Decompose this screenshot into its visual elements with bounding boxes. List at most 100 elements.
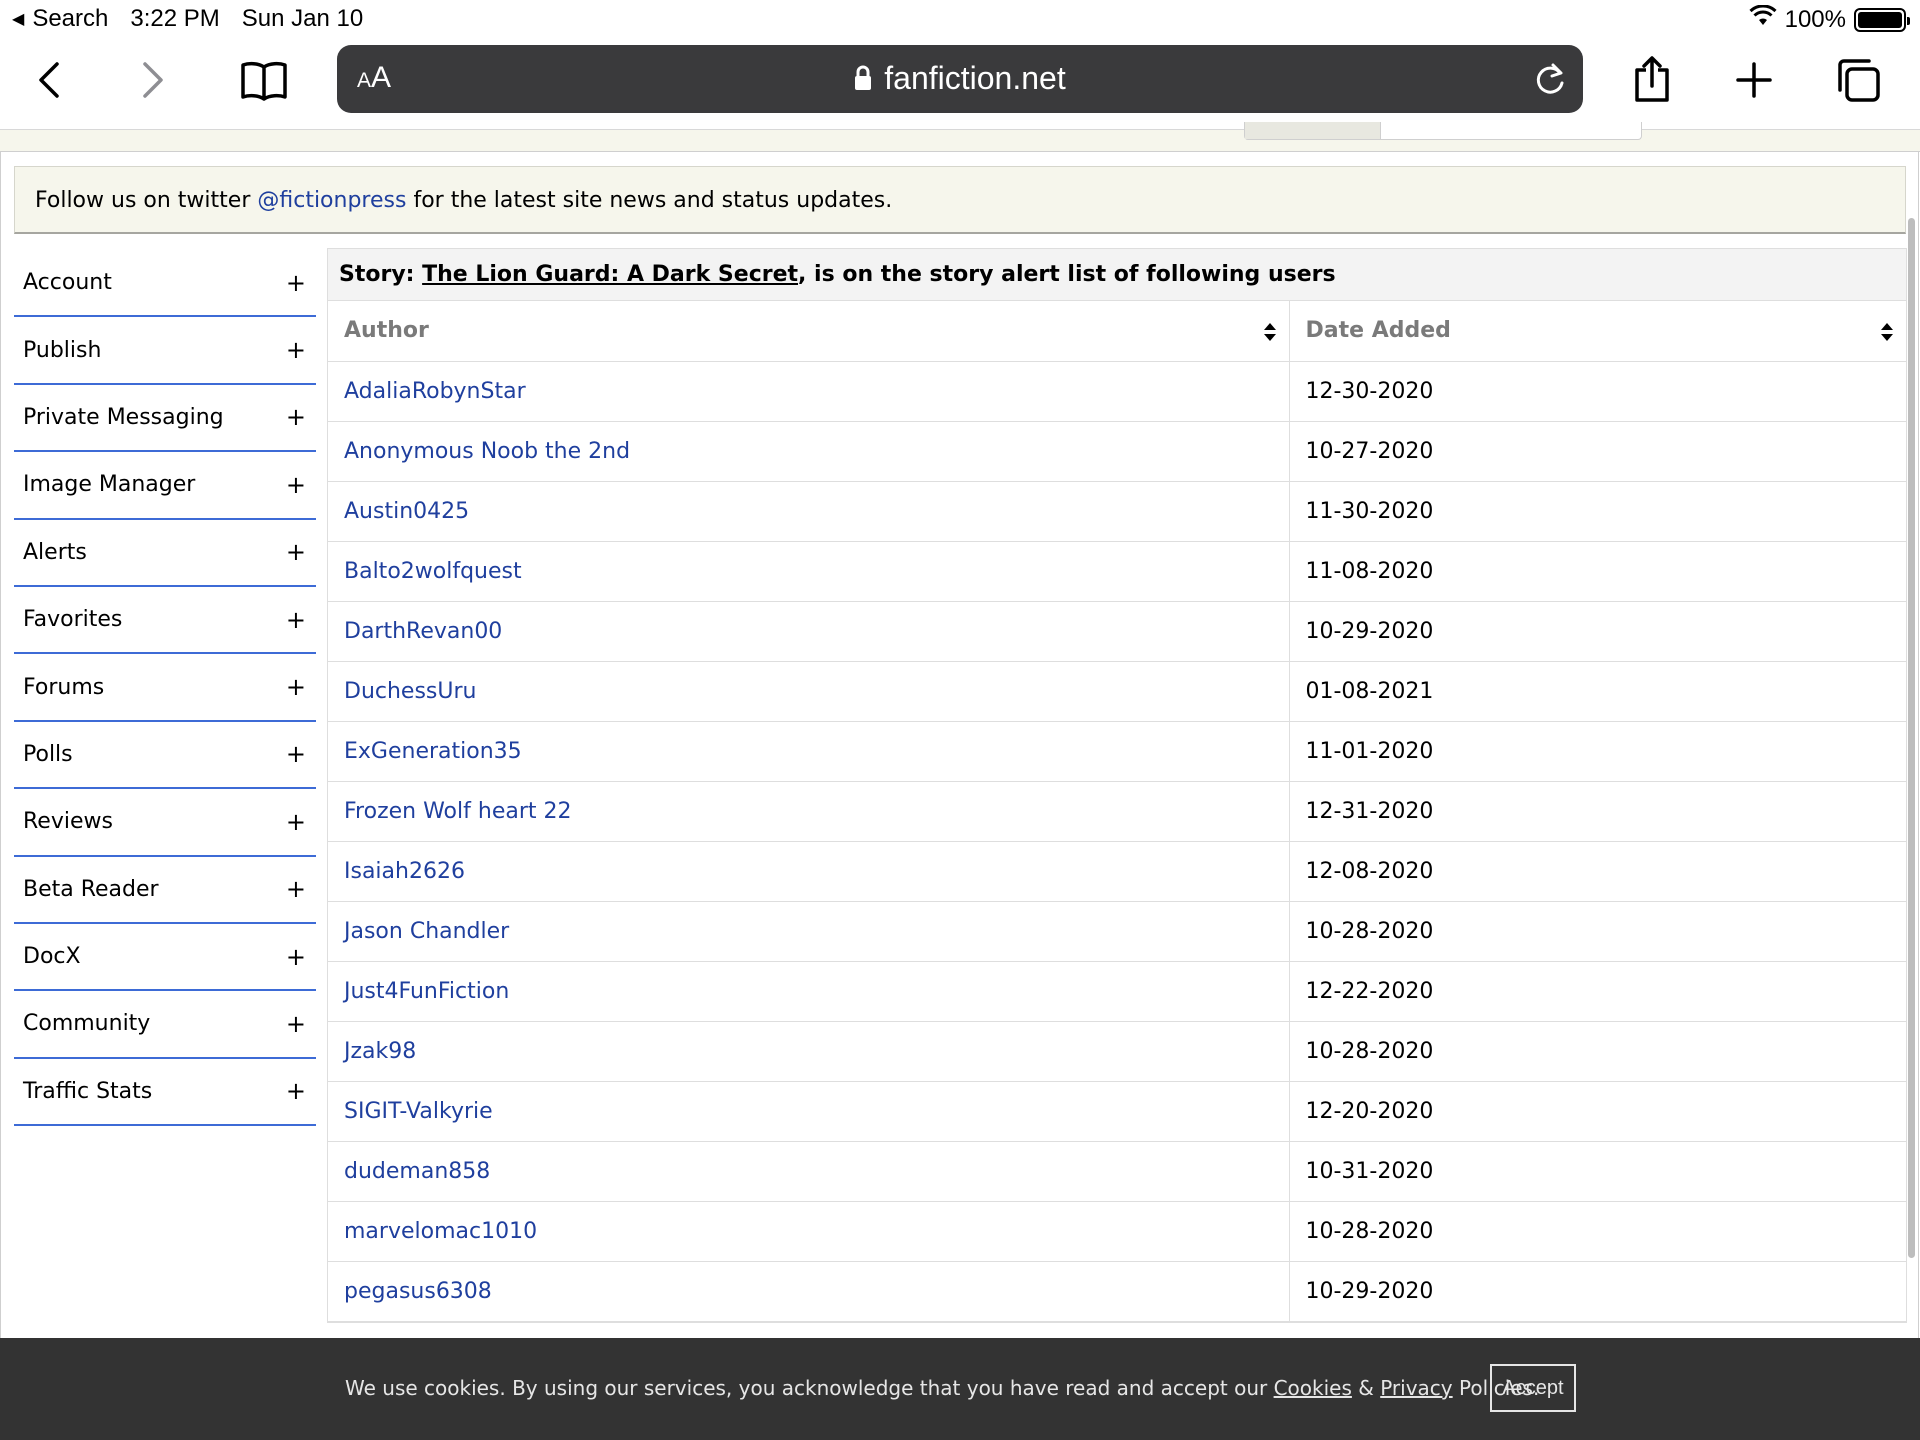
page-tab-box <box>1244 122 1642 140</box>
reload-icon[interactable] <box>1533 61 1567 101</box>
sidebar-item-label: Favorites <box>23 607 123 633</box>
sidebar-item-label: Private Messaging <box>23 404 224 430</box>
sidebar-item-private-messaging[interactable]: Private Messaging + <box>14 385 316 453</box>
status-left: ◀ Search 3:22 PM Sun Jan 10 <box>12 5 363 33</box>
share-icon[interactable] <box>1624 52 1680 108</box>
sidebar-item-beta-reader[interactable]: Beta Reader + <box>14 857 316 924</box>
accept-cookies-button[interactable]: Accept <box>1490 1364 1576 1412</box>
sidebar-item-reviews[interactable]: Reviews + <box>14 789 316 857</box>
sidebar-item-publish[interactable]: Publish + <box>14 317 316 385</box>
plus-icon[interactable]: + <box>286 875 306 903</box>
author-link[interactable]: Jason Chandler <box>344 919 509 944</box>
sidebar-item-traffic-stats[interactable]: Traffic Stats + <box>14 1059 316 1127</box>
date-added-cell: 12-08-2020 <box>1289 841 1906 902</box>
bookmarks-icon[interactable] <box>236 52 292 108</box>
plus-icon[interactable]: + <box>286 808 306 836</box>
author-cell: Austin0425 <box>328 481 1290 542</box>
plus-icon[interactable]: + <box>286 336 306 364</box>
date-added-cell: 11-01-2020 <box>1289 721 1906 782</box>
author-link[interactable]: Isaiah2626 <box>344 859 465 884</box>
address-bar[interactable]: AA fanfiction.net <box>337 45 1583 113</box>
plus-icon[interactable]: + <box>286 403 306 431</box>
author-link[interactable]: Balto2wolfquest <box>344 559 522 584</box>
table-row: dudeman858 10-31-2020 <box>328 1141 1906 1202</box>
forward-chevron-icon[interactable] <box>124 52 180 108</box>
author-link[interactable]: Anonymous Noob the 2nd <box>344 439 630 464</box>
plus-icon[interactable]: + <box>286 673 306 701</box>
author-column-header[interactable]: Author <box>328 301 1290 362</box>
author-link[interactable]: dudeman858 <box>344 1159 490 1184</box>
back-to-app-label[interactable]: Search <box>32 5 108 33</box>
status-date: Sun Jan 10 <box>241 5 364 32</box>
author-link[interactable]: Austin0425 <box>344 499 469 524</box>
author-link[interactable]: marvelomac1010 <box>344 1219 537 1244</box>
date-added-cell: 10-28-2020 <box>1289 1021 1906 1082</box>
story-title-link[interactable]: The Lion Guard: A Dark Secret <box>422 262 798 287</box>
sidebar-item-label: Alerts <box>23 539 87 565</box>
cookie-text: We use cookies. By using our services, y… <box>345 1376 1540 1400</box>
sidebar-item-account[interactable]: Account + <box>14 250 316 318</box>
author-link[interactable]: Jzak98 <box>344 1039 416 1064</box>
wifi-icon <box>1749 4 1777 34</box>
sidebar-item-polls[interactable]: Polls + <box>14 722 316 790</box>
new-tab-icon[interactable] <box>1726 52 1782 108</box>
plus-icon[interactable]: + <box>286 606 306 634</box>
sidebar-item-community[interactable]: Community + <box>14 991 316 1059</box>
sort-icon[interactable] <box>1880 322 1894 348</box>
author-cell: Just4FunFiction <box>328 961 1290 1022</box>
author-link[interactable]: DuchessUru <box>344 679 476 704</box>
cookies-link[interactable]: Cookies <box>1274 1376 1352 1400</box>
sidebar-item-forums[interactable]: Forums + <box>14 654 316 722</box>
author-link[interactable]: SIGIT-Valkyrie <box>344 1099 493 1124</box>
table-row: pegasus6308 10-29-2020 <box>328 1261 1906 1322</box>
url-display[interactable]: fanfiction.net <box>337 60 1583 99</box>
twitter-notice: Follow us on twitter @fictionpress for t… <box>14 166 1906 234</box>
table-row: Frozen Wolf heart 22 12-31-2020 <box>328 781 1906 842</box>
sidebar-item-docx[interactable]: DocX + <box>14 924 316 992</box>
author-link[interactable]: ExGeneration35 <box>344 739 522 764</box>
sidebar-item-alerts[interactable]: Alerts + <box>14 520 316 587</box>
plus-icon[interactable]: + <box>286 943 306 971</box>
table-row: Jason Chandler 10-28-2020 <box>328 901 1906 962</box>
plus-icon[interactable]: + <box>286 740 306 768</box>
privacy-link[interactable]: Privacy <box>1380 1376 1452 1400</box>
author-cell: Jason Chandler <box>328 901 1290 962</box>
sidebar-item-label: Traffic Stats <box>23 1078 153 1104</box>
author-link[interactable]: pegasus6308 <box>344 1279 492 1304</box>
back-chevron-icon[interactable] <box>22 52 78 108</box>
author-cell: marvelomac1010 <box>328 1201 1290 1262</box>
author-link[interactable]: AdaliaRobynStar <box>344 379 526 404</box>
account-sidebar: Account + Publish + Private Messaging + Image … <box>14 250 316 1127</box>
table-row: Jzak98 10-28-2020 <box>328 1021 1906 1082</box>
author-link[interactable]: Frozen Wolf heart 22 <box>344 799 572 824</box>
date-added-cell: 10-29-2020 <box>1289 601 1906 662</box>
date-added-cell: 10-31-2020 <box>1289 1141 1906 1202</box>
back-triangle-icon[interactable]: ◀ <box>12 9 24 29</box>
sidebar-item-favorites[interactable]: Favorites + <box>14 587 316 655</box>
table-row: Isaiah2626 12-08-2020 <box>328 841 1906 902</box>
date-added-cell: 10-28-2020 <box>1289 901 1906 962</box>
sidebar-item-label: Community <box>23 1011 151 1037</box>
sidebar-item-label: Account <box>23 270 112 296</box>
plus-icon[interactable]: + <box>286 471 306 499</box>
author-cell: DarthRevan00 <box>328 601 1290 662</box>
author-link[interactable]: DarthRevan00 <box>344 619 502 644</box>
lock-icon <box>854 62 872 99</box>
date-added-cell: 12-31-2020 <box>1289 781 1906 842</box>
page-scrollbar[interactable] <box>1908 218 1915 1258</box>
plus-icon[interactable]: + <box>286 269 306 297</box>
plus-icon[interactable]: + <box>286 1077 306 1105</box>
battery-percent: 100% <box>1784 5 1846 33</box>
plus-icon[interactable]: + <box>286 538 306 566</box>
author-link[interactable]: Just4FunFiction <box>344 979 509 1004</box>
date-added-cell: 11-08-2020 <box>1289 541 1906 602</box>
author-cell: Balto2wolfquest <box>328 541 1290 602</box>
plus-icon[interactable]: + <box>286 1010 306 1038</box>
sidebar-item-image-manager[interactable]: Image Manager + <box>14 452 316 520</box>
twitter-link[interactable]: @fictionpress <box>257 188 406 213</box>
sort-icon[interactable] <box>1263 322 1277 348</box>
date-added-cell: 11-30-2020 <box>1289 481 1906 542</box>
date-column-header[interactable]: Date Added <box>1289 301 1906 362</box>
sidebar-item-label: Beta Reader <box>23 876 159 902</box>
tabs-icon[interactable] <box>1830 52 1886 108</box>
